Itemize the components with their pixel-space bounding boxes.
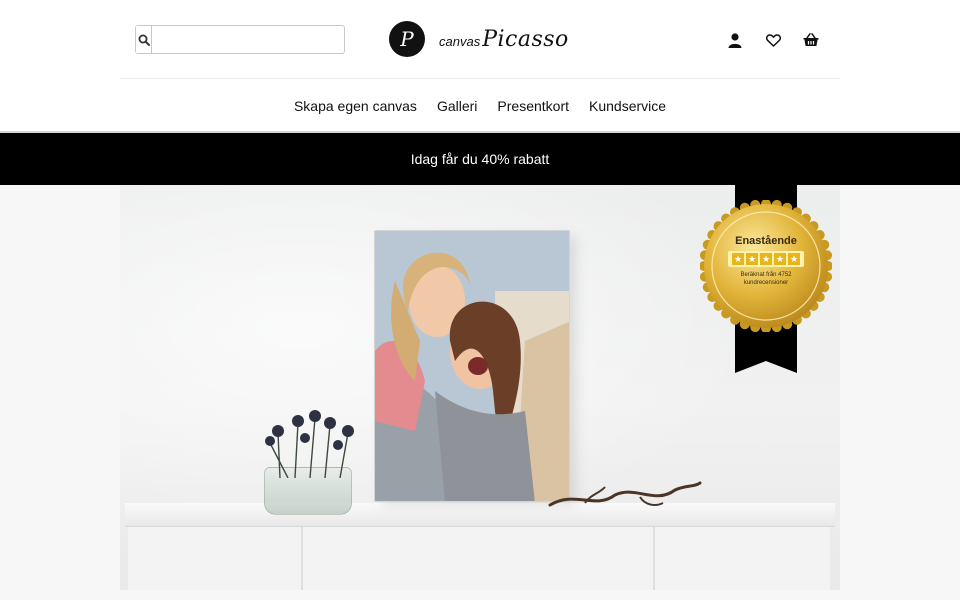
nav-item-presentkort[interactable]: Presentkort [497,96,569,116]
promo-text: Idag får du 40% rabatt [410,151,550,167]
sideboard-top [125,503,835,527]
star-icon: ★ [788,253,800,265]
account-button[interactable] [726,29,744,51]
logo-big-text: Picasso [482,26,569,52]
thistle-flowers-icon [265,410,354,478]
rating-title: Enastående [735,235,797,247]
header-icons [726,29,820,51]
canvas-photo-illustration [375,231,569,501]
nav-item-skapa-egen-canvas[interactable]: Skapa egen canvas [294,96,417,116]
star-icon: ★ [760,253,772,265]
star-icon: ★ [732,253,744,265]
search-button[interactable] [136,26,152,53]
promo-banner[interactable]: Idag får du 40% rabatt [0,133,960,185]
rating-seal: Enastående ★ ★ ★ ★ ★ Beräknat från 4752 kund… [700,200,832,332]
search-input[interactable] [152,26,344,53]
driftwood-decoration-icon [548,481,702,507]
cart-button[interactable] [802,29,820,51]
heart-icon [765,33,781,47]
search-icon [138,34,150,46]
logo-mark: P [389,21,425,57]
site-logo[interactable]: P canvas Picasso [389,20,574,58]
logo-mark-letter: P [400,27,414,51]
sideboard-door-divider [301,527,303,590]
nav-item-galleri[interactable]: Galleri [437,96,477,116]
wishlist-button[interactable] [764,29,782,51]
nav-item-kundservice[interactable]: Kundservice [589,96,666,116]
user-icon [728,32,742,48]
search-box [135,25,345,54]
header-top-bar: P canvas Picasso [120,0,840,79]
rating-subtitle: Beräknat från 4752 kundrecensioner [740,272,792,286]
sideboard-door-divider [653,527,655,590]
star-icon: ★ [774,253,786,265]
canvas-print-photo [374,230,570,502]
sideboard-front [128,527,830,590]
main-nav: Skapa egen canvas Galleri Presentkort Ku… [0,96,960,116]
site-header: P canvas Picasso Skapa egen canvas Galle… [0,0,960,133]
hero-image[interactable]: Enastående ★ ★ ★ ★ ★ Beräknat från 4752 kund… [120,185,840,590]
basket-icon [803,33,819,46]
logo-small-text: canvas [439,33,481,49]
star-icon: ★ [746,253,758,265]
logo-wordmark: canvas Picasso [439,27,569,52]
rating-stars: ★ ★ ★ ★ ★ [728,251,804,267]
